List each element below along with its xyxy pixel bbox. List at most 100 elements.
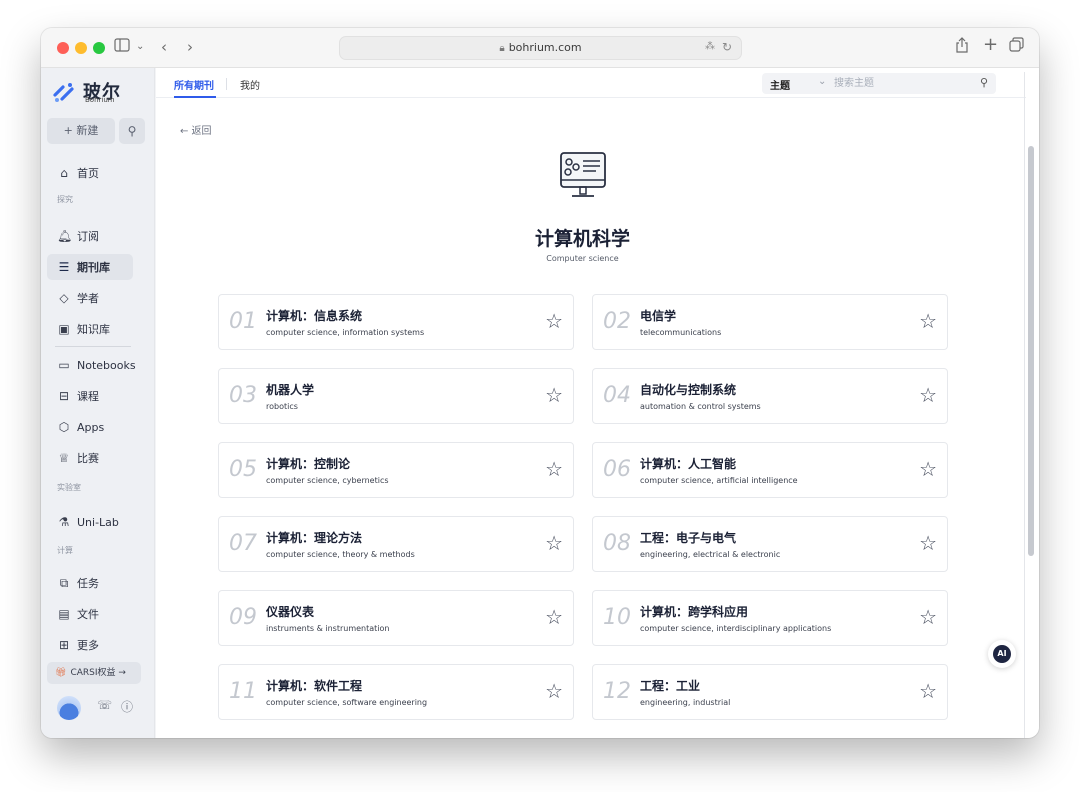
card-subtitle: instruments & instrumentation (266, 624, 390, 633)
feedback-icon[interactable]: ☏ (97, 698, 112, 712)
card-title: 计算机：跨学科应用 (640, 605, 749, 619)
card-title: 计算机：人工智能 (640, 457, 737, 471)
search-icon: ⚲ (127, 124, 137, 138)
trophy-icon: ♕ (58, 451, 70, 465)
tabs-overview-icon[interactable] (1009, 37, 1024, 57)
ai-icon: AI (993, 645, 1011, 663)
sidebar-item-apps[interactable]: ⬡ Apps (47, 414, 133, 440)
maximize-window-button[interactable] (93, 42, 105, 54)
star-icon[interactable]: ☆ (919, 458, 937, 480)
card-number: 11 (229, 679, 257, 704)
journal-card[interactable]: 10 计算机：跨学科应用 computer science, interdisc… (592, 590, 948, 646)
card-subtitle: computer science, interdisciplinary appl… (640, 624, 832, 633)
sidebar-item-courses[interactable]: ⊟ 课程 (47, 383, 133, 409)
sidebar-search-button[interactable]: ⚲ (119, 118, 145, 144)
bohrium-logo[interactable]: 玻尔 Bohrium (53, 79, 149, 105)
star-icon[interactable]: ☆ (545, 680, 563, 702)
card-title: 计算机：控制论 (266, 457, 351, 471)
more-grid-icon: ⊞ (58, 638, 70, 652)
sidebar-item-label: 课程 (77, 390, 99, 403)
close-window-button[interactable] (57, 42, 69, 54)
sidebar-toggle-icon[interactable] (114, 37, 130, 57)
new-button[interactable]: + 新建 (47, 118, 115, 144)
notebook-icon: ▭ (58, 358, 70, 372)
star-icon[interactable]: ☆ (545, 384, 563, 406)
sidebar-item-label: 期刊库 (77, 261, 110, 274)
active-tab-indicator (174, 96, 216, 98)
sidebar-item-scholars[interactable]: ◇ 学者 (47, 285, 133, 311)
sidebar-item-label: Apps (77, 421, 105, 434)
card-number: 08 (603, 531, 631, 556)
journal-card[interactable]: 09 仪器仪表 instruments & instrumentation ☆ (218, 590, 574, 646)
sidebar: 玻尔 Bohrium + 新建 ⚲ ⌂ 首页 探究 🔔︎ 订阅 ☰ 期刊库 ◇ 学者 ▣… (41, 68, 155, 738)
journal-card[interactable]: 07 计算机：理论方法 computer science, theory & m… (218, 516, 574, 572)
minimize-window-button[interactable] (75, 42, 87, 54)
back-arrow-icon[interactable]: ‹ (161, 37, 167, 57)
scroll-thumb[interactable] (1028, 146, 1034, 556)
url-text: bohrium.com (508, 41, 582, 54)
card-subtitle: telecommunications (640, 328, 722, 337)
chevron-down-icon[interactable]: ⌄ (136, 37, 144, 57)
journal-card[interactable]: 03 机器人学 robotics ☆ (218, 368, 574, 424)
star-icon[interactable]: ☆ (545, 458, 563, 480)
translate-icon[interactable]: ⁂ (705, 41, 715, 52)
card-subtitle: computer science, artificial intelligenc… (640, 476, 798, 485)
sidebar-item-label: 任务 (77, 577, 99, 590)
card-subtitle: engineering, electrical & electronic (640, 550, 781, 559)
help-icon[interactable]: ⓘ (121, 698, 133, 715)
journal-card[interactable]: 02 电信学 telecommunications ☆ (592, 294, 948, 350)
star-icon[interactable]: ☆ (919, 532, 937, 554)
file-icon: ▤ (58, 607, 70, 621)
journal-card[interactable]: 08 工程：电子与电气 engineering, electrical & el… (592, 516, 948, 572)
sidebar-item-subscribe[interactable]: 🔔︎ 订阅 (47, 223, 133, 249)
journal-card[interactable]: 11 计算机：软件工程 computer science, software e… (218, 664, 574, 720)
star-icon[interactable]: ☆ (919, 384, 937, 406)
journal-card[interactable]: 05 计算机：控制论 computer science, cybernetics… (218, 442, 574, 498)
star-icon[interactable]: ☆ (919, 680, 937, 702)
avatar[interactable] (57, 696, 81, 720)
address-bar[interactable]: 🔒︎ bohrium.com ⁂ ↻ (339, 36, 742, 60)
reload-icon[interactable]: ↻ (722, 40, 732, 54)
section-label-lab: 实验室 (57, 483, 81, 492)
sidebar-item-notebooks[interactable]: ▭ Notebooks (47, 352, 136, 378)
journal-card[interactable]: 12 工程：工业 engineering, industrial ☆ (592, 664, 948, 720)
sidebar-item-label: 比赛 (77, 452, 99, 465)
course-icon: ⊟ (58, 389, 70, 403)
sidebar-item-home[interactable]: ⌂ 首页 (47, 160, 133, 186)
journal-card[interactable]: 04 自动化与控制系统 automation & control systems… (592, 368, 948, 424)
computer-science-icon (560, 152, 606, 197)
star-icon[interactable]: ☆ (545, 310, 563, 332)
star-icon[interactable]: ☆ (545, 606, 563, 628)
tab-mine[interactable]: 我的 (240, 77, 260, 92)
sidebar-item-unilab[interactable]: ⚗ Uni-Lab (47, 509, 133, 535)
new-tab-icon[interactable]: + (983, 35, 998, 55)
sidebar-item-label: Notebooks (77, 359, 136, 372)
back-link[interactable]: ← 返回 (180, 122, 212, 137)
sidebar-item-label: Uni-Lab (77, 516, 119, 529)
card-number: 04 (603, 383, 631, 408)
sidebar-item-competitions[interactable]: ♕ 比赛 (47, 445, 133, 471)
forward-arrow-icon[interactable]: › (187, 37, 193, 57)
ai-assistant-button[interactable]: AI (988, 640, 1016, 668)
card-number: 10 (603, 605, 631, 630)
sidebar-item-files[interactable]: ▤ 文件 (47, 601, 133, 627)
sidebar-item-more[interactable]: ⊞ 更多 (47, 632, 133, 658)
journal-topbar: 所有期刊 我的 主题 ⌄ ⚲ (156, 68, 1026, 98)
star-icon[interactable]: ☆ (919, 310, 937, 332)
topic-select[interactable]: 主题 (770, 77, 790, 92)
chevron-down-icon[interactable]: ⌄ (818, 76, 826, 87)
sidebar-item-knowledge-base[interactable]: ▣ 知识库 (47, 316, 133, 342)
sidebar-item-journals[interactable]: ☰ 期刊库 (47, 254, 133, 280)
star-icon[interactable]: ☆ (545, 532, 563, 554)
tab-all-journals[interactable]: 所有期刊 (174, 77, 214, 92)
search-icon[interactable]: ⚲ (980, 76, 988, 89)
journal-card[interactable]: 06 计算机：人工智能 computer science, artificial… (592, 442, 948, 498)
journal-card[interactable]: 01 计算机：信息系统 computer science, informatio… (218, 294, 574, 350)
carsi-benefits-button[interactable]: 🎁︎ CARSI权益 → (47, 662, 141, 684)
scrollbar[interactable] (1028, 98, 1034, 738)
topic-search-input[interactable] (834, 75, 964, 92)
sidebar-item-tasks[interactable]: ⧉ 任务 (47, 570, 133, 596)
card-title: 自动化与控制系统 (640, 383, 737, 397)
star-icon[interactable]: ☆ (919, 606, 937, 628)
share-icon[interactable] (955, 37, 969, 58)
